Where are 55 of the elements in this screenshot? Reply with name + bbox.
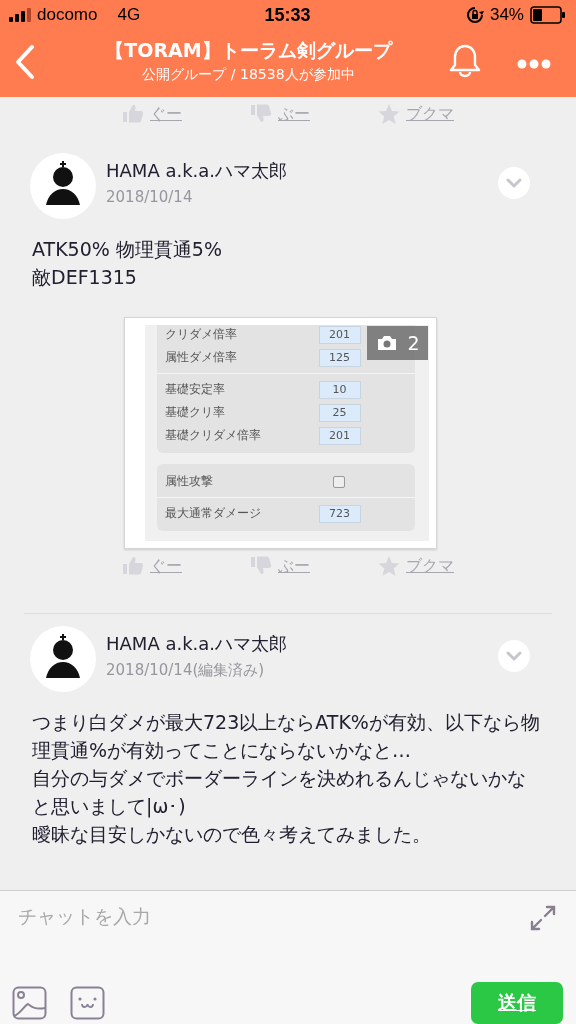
back-icon[interactable] <box>14 43 36 80</box>
star-icon <box>378 103 401 125</box>
post-date: 2018/10/14 <box>106 188 194 206</box>
expand-icon[interactable] <box>530 905 556 931</box>
carrier-name: docomo <box>37 5 98 25</box>
setting-label: クリダメ倍率 <box>164 326 237 343</box>
post-text: つまり白ダメが最大723以上ならATK%が有効、以下なら物理貫通%が有効ってことにならないかなと… 自分の与ダメでボーダーラインを決めれるんじゃないかなと思いまして|ω･) 曖昧な目安しかないので色々考えてみました。 <box>32 710 541 847</box>
star-icon <box>378 555 401 577</box>
setting-label: 最大通常ダメージ <box>164 505 261 522</box>
photo-count: 2 <box>407 332 420 354</box>
reaction-link[interactable]: ぶー <box>278 103 310 125</box>
value-field: 201 <box>318 325 361 344</box>
message-input[interactable]: チャットを入力 <box>18 905 530 927</box>
author-name: HAMA a.k.a.ハマ太郎 <box>106 159 289 183</box>
bell-icon[interactable] <box>449 43 481 78</box>
author-name: HAMA a.k.a.ハマ太郎 <box>106 632 289 656</box>
post-text: ATK50% 物理貫通5% 敵DEF1315 <box>32 237 223 290</box>
send-button[interactable]: 送信 <box>471 982 563 1024</box>
group-subtitle: 公開グループ / 18538人が参加中 <box>141 65 356 84</box>
setting-label: 属性攻撃 <box>164 473 213 490</box>
avatar <box>30 153 96 219</box>
value-field: 25 <box>318 403 361 422</box>
chevron-down-icon[interactable] <box>498 167 530 199</box>
group-title: 【TORAM】トーラム剣グループ <box>104 37 394 63</box>
value-field: 125 <box>318 348 361 367</box>
network-type: 4G <box>117 5 141 25</box>
more-icon[interactable] <box>517 58 551 69</box>
image-icon[interactable] <box>12 986 47 1020</box>
setting-label: 基礎クリダメ倍率 <box>164 427 261 444</box>
camera-icon <box>377 335 398 351</box>
emoticon-icon[interactable] <box>70 986 105 1020</box>
value-field: 723 <box>318 504 361 523</box>
battery-percent: 34% <box>489 5 524 25</box>
rotation-lock-icon <box>465 6 484 24</box>
thumbs-down-icon <box>250 555 273 577</box>
signal-icon <box>9 8 31 22</box>
reaction-link[interactable]: ぐー <box>150 555 182 577</box>
setting-label: 基礎クリ率 <box>164 404 225 421</box>
clock: 15:33 <box>264 4 311 26</box>
post-date: 2018/10/14(編集済み) <box>106 661 266 680</box>
thumbs-up-icon <box>122 103 145 125</box>
reaction-link[interactable]: ブクマ <box>406 555 454 577</box>
value-field: 10 <box>318 380 361 399</box>
chevron-down-icon[interactable] <box>498 640 530 672</box>
thumbs-up-icon <box>122 555 145 577</box>
battery-icon <box>530 6 566 24</box>
setting-label: 基礎安定率 <box>164 381 225 398</box>
image-thumbnail[interactable]: クリダメ倍率 201 属性ダメ倍率 125 基礎安定率 10 基礎クリ率 25 基礎クリダメ倍率 201 属性攻撃 最大通常ダメージ 723 2 <box>123 317 437 549</box>
reaction-link[interactable]: ぶー <box>278 555 310 577</box>
setting-label: 属性ダメ倍率 <box>164 349 237 366</box>
avatar <box>30 626 96 692</box>
reaction-link[interactable]: ぐー <box>150 103 182 125</box>
reaction-link[interactable]: ブクマ <box>406 103 454 125</box>
value-field: 201 <box>318 426 361 445</box>
thumbs-down-icon <box>250 103 273 125</box>
